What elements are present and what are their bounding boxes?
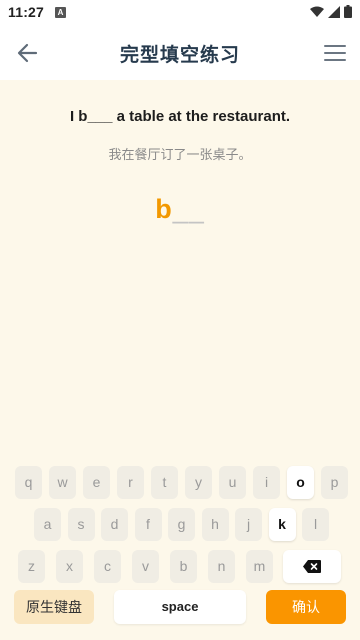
answer-blank: __ bbox=[172, 194, 205, 224]
key-j[interactable]: j bbox=[235, 508, 262, 541]
keyboard-row-2: asdfghjkl bbox=[0, 508, 360, 541]
key-t[interactable]: t bbox=[151, 466, 178, 499]
keyboard-row-1: qwertyuiop bbox=[0, 466, 360, 499]
status-icons bbox=[310, 5, 352, 18]
key-r[interactable]: r bbox=[117, 466, 144, 499]
key-f[interactable]: f bbox=[134, 508, 162, 541]
key-o[interactable]: o bbox=[287, 466, 314, 499]
wifi-icon bbox=[310, 6, 324, 17]
keyboard-bottom-row: 原生键盘 space 确认 bbox=[0, 590, 360, 626]
key-k[interactable]: k bbox=[268, 508, 296, 541]
question-translation: 我在餐厅订了一张桌子。 bbox=[108, 147, 252, 162]
app-bar: 完型填空练习 bbox=[0, 24, 360, 80]
key-s[interactable]: s bbox=[67, 508, 95, 541]
status-time: 11:27 bbox=[8, 4, 45, 20]
answer-input-display[interactable]: b__ bbox=[0, 194, 360, 225]
key-h[interactable]: h bbox=[201, 508, 229, 541]
confirm-button[interactable]: 确认 bbox=[266, 590, 346, 624]
menu-button[interactable] bbox=[322, 40, 348, 66]
key-i[interactable]: i bbox=[253, 466, 280, 499]
keyboard-row-3: zxcvbnm bbox=[0, 550, 360, 583]
status-bar: 11:27 A bbox=[0, 0, 360, 24]
key-x[interactable]: x bbox=[56, 550, 83, 583]
key-m[interactable]: m bbox=[246, 550, 273, 583]
backspace-icon bbox=[303, 560, 321, 573]
key-c[interactable]: c bbox=[94, 550, 121, 583]
signal-icon bbox=[328, 5, 340, 18]
key-g[interactable]: g bbox=[168, 508, 195, 541]
key-y[interactable]: y bbox=[185, 466, 212, 499]
key-v[interactable]: v bbox=[132, 550, 159, 583]
key-l[interactable]: l bbox=[302, 508, 329, 541]
space-key[interactable]: space bbox=[114, 590, 246, 624]
battery-icon bbox=[344, 5, 352, 18]
key-n[interactable]: n bbox=[208, 550, 235, 583]
notification-app-icon: A bbox=[55, 7, 66, 18]
key-p[interactable]: p bbox=[321, 466, 348, 499]
key-b[interactable]: b bbox=[170, 550, 197, 583]
hamburger-menu-icon bbox=[324, 45, 346, 61]
key-w[interactable]: w bbox=[49, 466, 76, 499]
answer-typed-text: b bbox=[155, 194, 173, 224]
key-u[interactable]: u bbox=[219, 466, 246, 499]
key-z[interactable]: z bbox=[18, 550, 45, 583]
key-q[interactable]: q bbox=[15, 466, 42, 499]
page-title: 完型填空练习 bbox=[119, 45, 240, 66]
backspace-key[interactable] bbox=[283, 550, 341, 583]
key-d[interactable]: d bbox=[101, 508, 128, 541]
key-e[interactable]: e bbox=[83, 466, 110, 499]
native-keyboard-button[interactable]: 原生键盘 bbox=[14, 590, 94, 624]
key-a[interactable]: a bbox=[34, 508, 61, 541]
question-sentence: I b___ a table at the restaurant. bbox=[69, 108, 291, 125]
